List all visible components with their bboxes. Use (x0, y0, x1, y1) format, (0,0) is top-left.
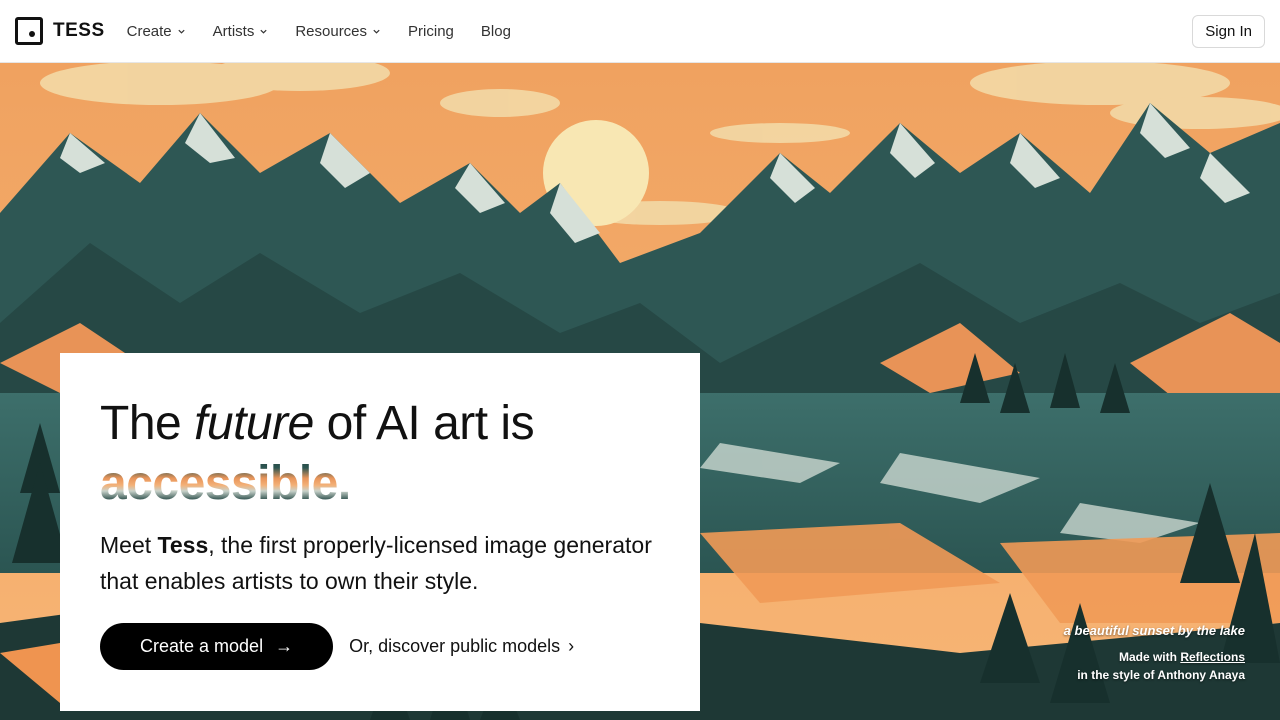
nav-item-label: Pricing (408, 22, 454, 40)
model-link-reflections[interactable]: Reflections (1180, 650, 1245, 664)
made-with-prefix: Made with (1118, 650, 1177, 664)
sign-in-button[interactable]: Sign In (1192, 15, 1265, 48)
nav-item-resources[interactable]: Resources (295, 23, 381, 40)
image-caption: a beautiful sunset by the lake Made with… (1064, 623, 1245, 684)
nav-item-label: Artists (212, 22, 255, 40)
discover-public-models-link[interactable]: Or, discover public models › (349, 636, 574, 657)
image-prompt: a beautiful sunset by the lake (1063, 623, 1245, 638)
nav-item-create[interactable]: Create (127, 23, 186, 40)
headline-start: The (100, 397, 182, 450)
logo-icon (15, 17, 43, 45)
hero-card: The future of AI art is accessible. Meet… (60, 353, 700, 711)
brand-logo[interactable]: TESS (15, 17, 105, 45)
nav-item-label: Resources (295, 22, 368, 40)
headline-accent-word: accessible. (100, 455, 660, 513)
nav-item-label: Blog (480, 22, 511, 40)
chevron-right-icon: › (568, 636, 575, 656)
chevron-down-icon (178, 29, 185, 34)
nav-item-pricing[interactable]: Pricing (408, 23, 454, 40)
subtitle-brand: Tess (157, 532, 209, 558)
subtitle-start: Meet (100, 532, 152, 558)
hero-section: The future of AI art is accessible. Meet… (0, 63, 1280, 720)
style-credit: in the style of Anthony Anaya (1077, 668, 1245, 682)
nav-item-artists[interactable]: Artists (213, 23, 269, 40)
create-model-label: Create a model (140, 636, 264, 656)
discover-public-models-label: Or, discover public models (349, 636, 561, 656)
nav-item-blog[interactable]: Blog (481, 23, 511, 40)
hero-subtitle: Meet Tess, the first properly-licensed i… (100, 527, 660, 599)
arrow-right-icon: → (275, 636, 294, 656)
cta-row: Create a model → Or, discover public mod… (100, 623, 660, 670)
headline-end: of AI art is (326, 397, 535, 450)
made-with-line: Made with Reflections (1064, 648, 1245, 666)
chevron-down-icon (373, 29, 380, 34)
chevron-down-icon (260, 29, 267, 34)
headline-italic-word: future (194, 397, 314, 450)
top-navigation: TESS Create Artists Resources Pricing Bl… (0, 0, 1280, 63)
brand-name: TESS (53, 20, 105, 41)
main-nav: Create Artists Resources Pricing Blog (127, 23, 538, 40)
nav-item-label: Create (126, 22, 172, 40)
hero-headline: The future of AI art is accessible. (100, 393, 660, 513)
create-model-button[interactable]: Create a model → (100, 623, 334, 670)
